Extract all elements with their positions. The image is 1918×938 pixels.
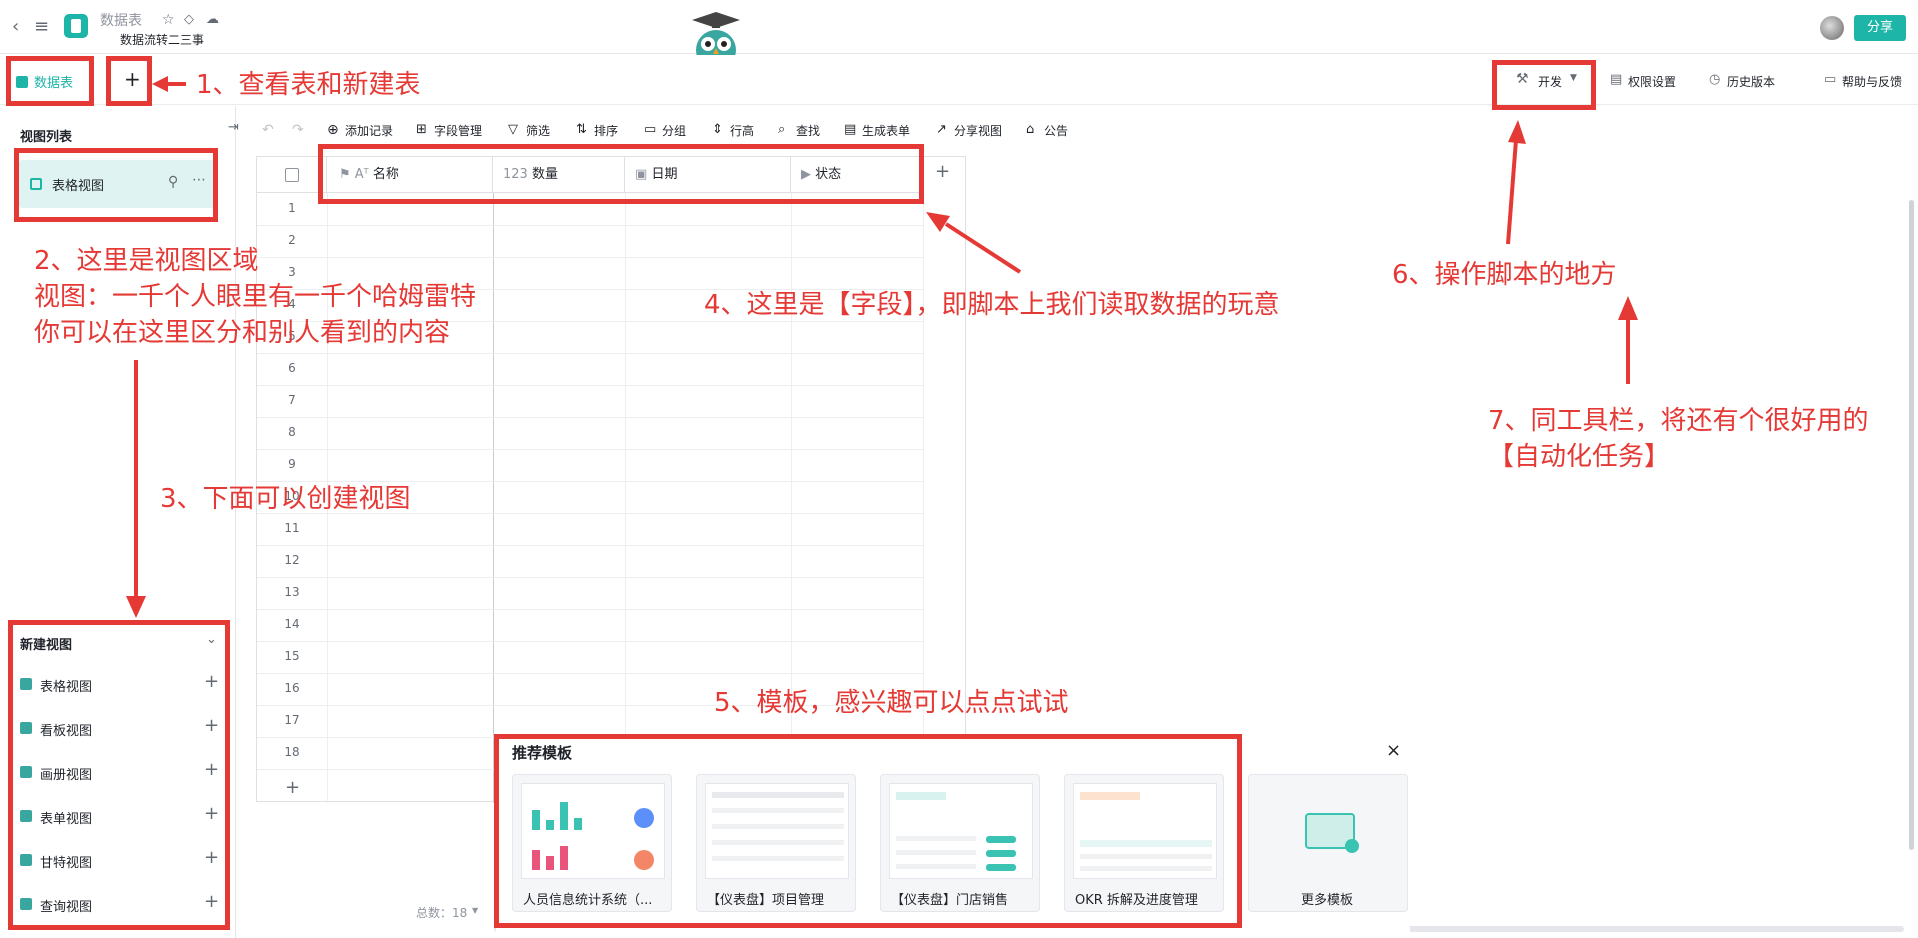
annotation-arrows <box>126 76 1638 618</box>
